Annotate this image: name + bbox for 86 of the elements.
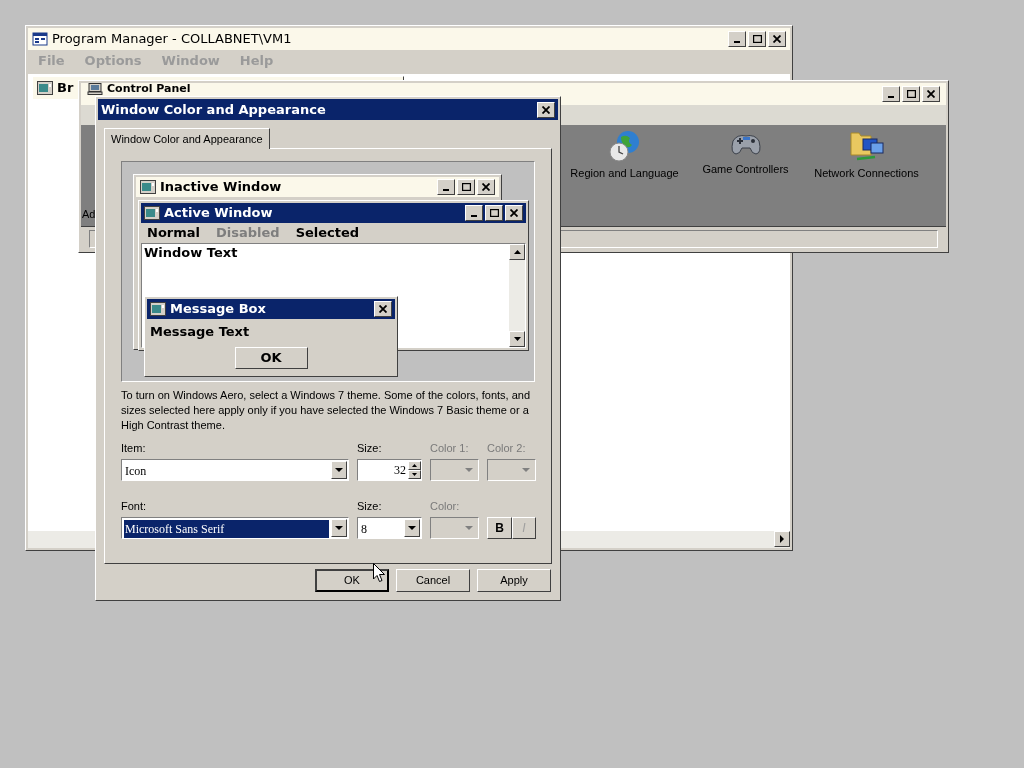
- ok-button[interactable]: OK: [234, 346, 308, 369]
- window-icon: [37, 81, 53, 95]
- spinner-value: 32: [393, 462, 407, 479]
- dropdown-arrow-icon: [335, 467, 343, 473]
- color-dropdown[interactable]: [430, 517, 479, 539]
- font-size-dropdown[interactable]: 8: [357, 517, 422, 539]
- maximize-button[interactable]: [485, 205, 503, 221]
- color-dropdown[interactable]: [487, 459, 536, 481]
- close-icon: [379, 305, 387, 313]
- font-dropdown[interactable]: Microsoft Sans Serif: [121, 517, 349, 539]
- close-button[interactable]: [505, 205, 523, 221]
- combo-value: Microsoft Sans Serif: [124, 520, 329, 538]
- control-panel-item[interactable]: Game Controllers: [702, 160, 789, 178]
- maximize-button[interactable]: [748, 31, 766, 47]
- maximize-icon: [461, 183, 471, 191]
- dropdown-arrow-icon: [335, 525, 343, 531]
- close-icon: [542, 105, 550, 114]
- window-title: Inactive Window: [160, 178, 283, 197]
- up-arrow-icon: [412, 464, 417, 467]
- maximize-icon: [752, 35, 762, 43]
- close-button[interactable]: [537, 101, 555, 118]
- color-label: Color:: [430, 499, 461, 513]
- minimize-button[interactable]: [882, 86, 900, 102]
- dialog-button[interactable]: Cancel: [396, 569, 470, 592]
- dropdown-arrow-icon: [408, 525, 416, 531]
- color-dropdown[interactable]: [430, 459, 479, 481]
- maximize-button[interactable]: [457, 179, 475, 195]
- description-text: To turn on Windows Aero, select a Windows 7 theme. Some of the colors, fonts, and sizes selected here apply only if you have selected the Windows 7 Basic theme or a High Contrast theme.: [121, 388, 532, 433]
- size-label: Size:: [357, 499, 383, 513]
- globe-clock-icon: [607, 128, 642, 163]
- window-icon: [144, 206, 160, 220]
- close-button[interactable]: [768, 31, 786, 47]
- item-dropdown[interactable]: Icon: [121, 459, 349, 481]
- close-icon: [927, 90, 935, 98]
- dropdown-arrow-icon: [465, 467, 473, 473]
- size-label: Size:: [357, 441, 383, 455]
- close-icon: [482, 183, 490, 191]
- window-text: Window Text: [143, 244, 238, 261]
- window-icon: [140, 180, 156, 194]
- close-icon: [510, 209, 518, 217]
- minimize-icon: [734, 41, 740, 43]
- close-button[interactable]: [374, 301, 392, 317]
- color-label: Color 1:: [430, 441, 470, 455]
- combo-value: 8: [360, 522, 368, 536]
- control-panel-item[interactable]: Region and Language: [570, 164, 679, 182]
- window-title: Br: [57, 79, 74, 98]
- window-title: Window Color and Appearance: [101, 100, 327, 119]
- combo-value: Icon: [124, 464, 148, 478]
- maximize-button[interactable]: [902, 86, 920, 102]
- minimize-icon: [443, 189, 449, 191]
- right-arrow-icon: [779, 535, 785, 543]
- minimize-button[interactable]: [728, 31, 746, 47]
- size-spinner[interactable]: 32: [357, 459, 422, 481]
- window-title: Active Window: [164, 204, 274, 223]
- maximize-icon: [906, 90, 916, 98]
- close-button[interactable]: [477, 179, 495, 195]
- item-label: Item:: [121, 441, 147, 455]
- window-icon: [150, 302, 166, 316]
- control-panel-item[interactable]: Network Connections: [814, 164, 919, 182]
- dialog-button[interactable]: OK: [315, 569, 389, 592]
- side-text: Ad: [82, 206, 96, 222]
- color-label: Color 2:: [487, 441, 527, 455]
- menu-item[interactable]: Normal: [147, 223, 200, 243]
- window-title: Message Box: [170, 300, 267, 319]
- minimize-button[interactable]: [437, 179, 455, 195]
- down-arrow-icon: [513, 337, 521, 341]
- minimize-button[interactable]: [465, 205, 483, 221]
- minimize-icon: [471, 215, 477, 217]
- window-title: Program Manager - COLLABNET\VM1: [52, 30, 293, 49]
- down-arrow-icon: [412, 473, 417, 476]
- close-icon: [773, 35, 781, 43]
- vertical-scrollbar[interactable]: [509, 244, 525, 347]
- dialog-button[interactable]: Apply: [477, 569, 551, 592]
- maximize-icon: [489, 209, 499, 217]
- window-title: Control Panel: [107, 83, 192, 95]
- minimize-icon: [888, 96, 894, 98]
- program-manager-icon: [32, 31, 48, 47]
- menu-item[interactable]: Selected: [295, 223, 360, 243]
- dropdown-arrow-icon: [522, 467, 530, 473]
- message-text: Message Text: [149, 323, 251, 341]
- close-button[interactable]: [922, 86, 940, 102]
- font-label: Font:: [121, 499, 148, 513]
- tab[interactable]: Window Color and Appearance: [104, 128, 270, 149]
- dropdown-arrow-icon: [465, 525, 473, 531]
- up-arrow-icon: [513, 250, 521, 254]
- bold-button[interactable]: B: [487, 517, 512, 539]
